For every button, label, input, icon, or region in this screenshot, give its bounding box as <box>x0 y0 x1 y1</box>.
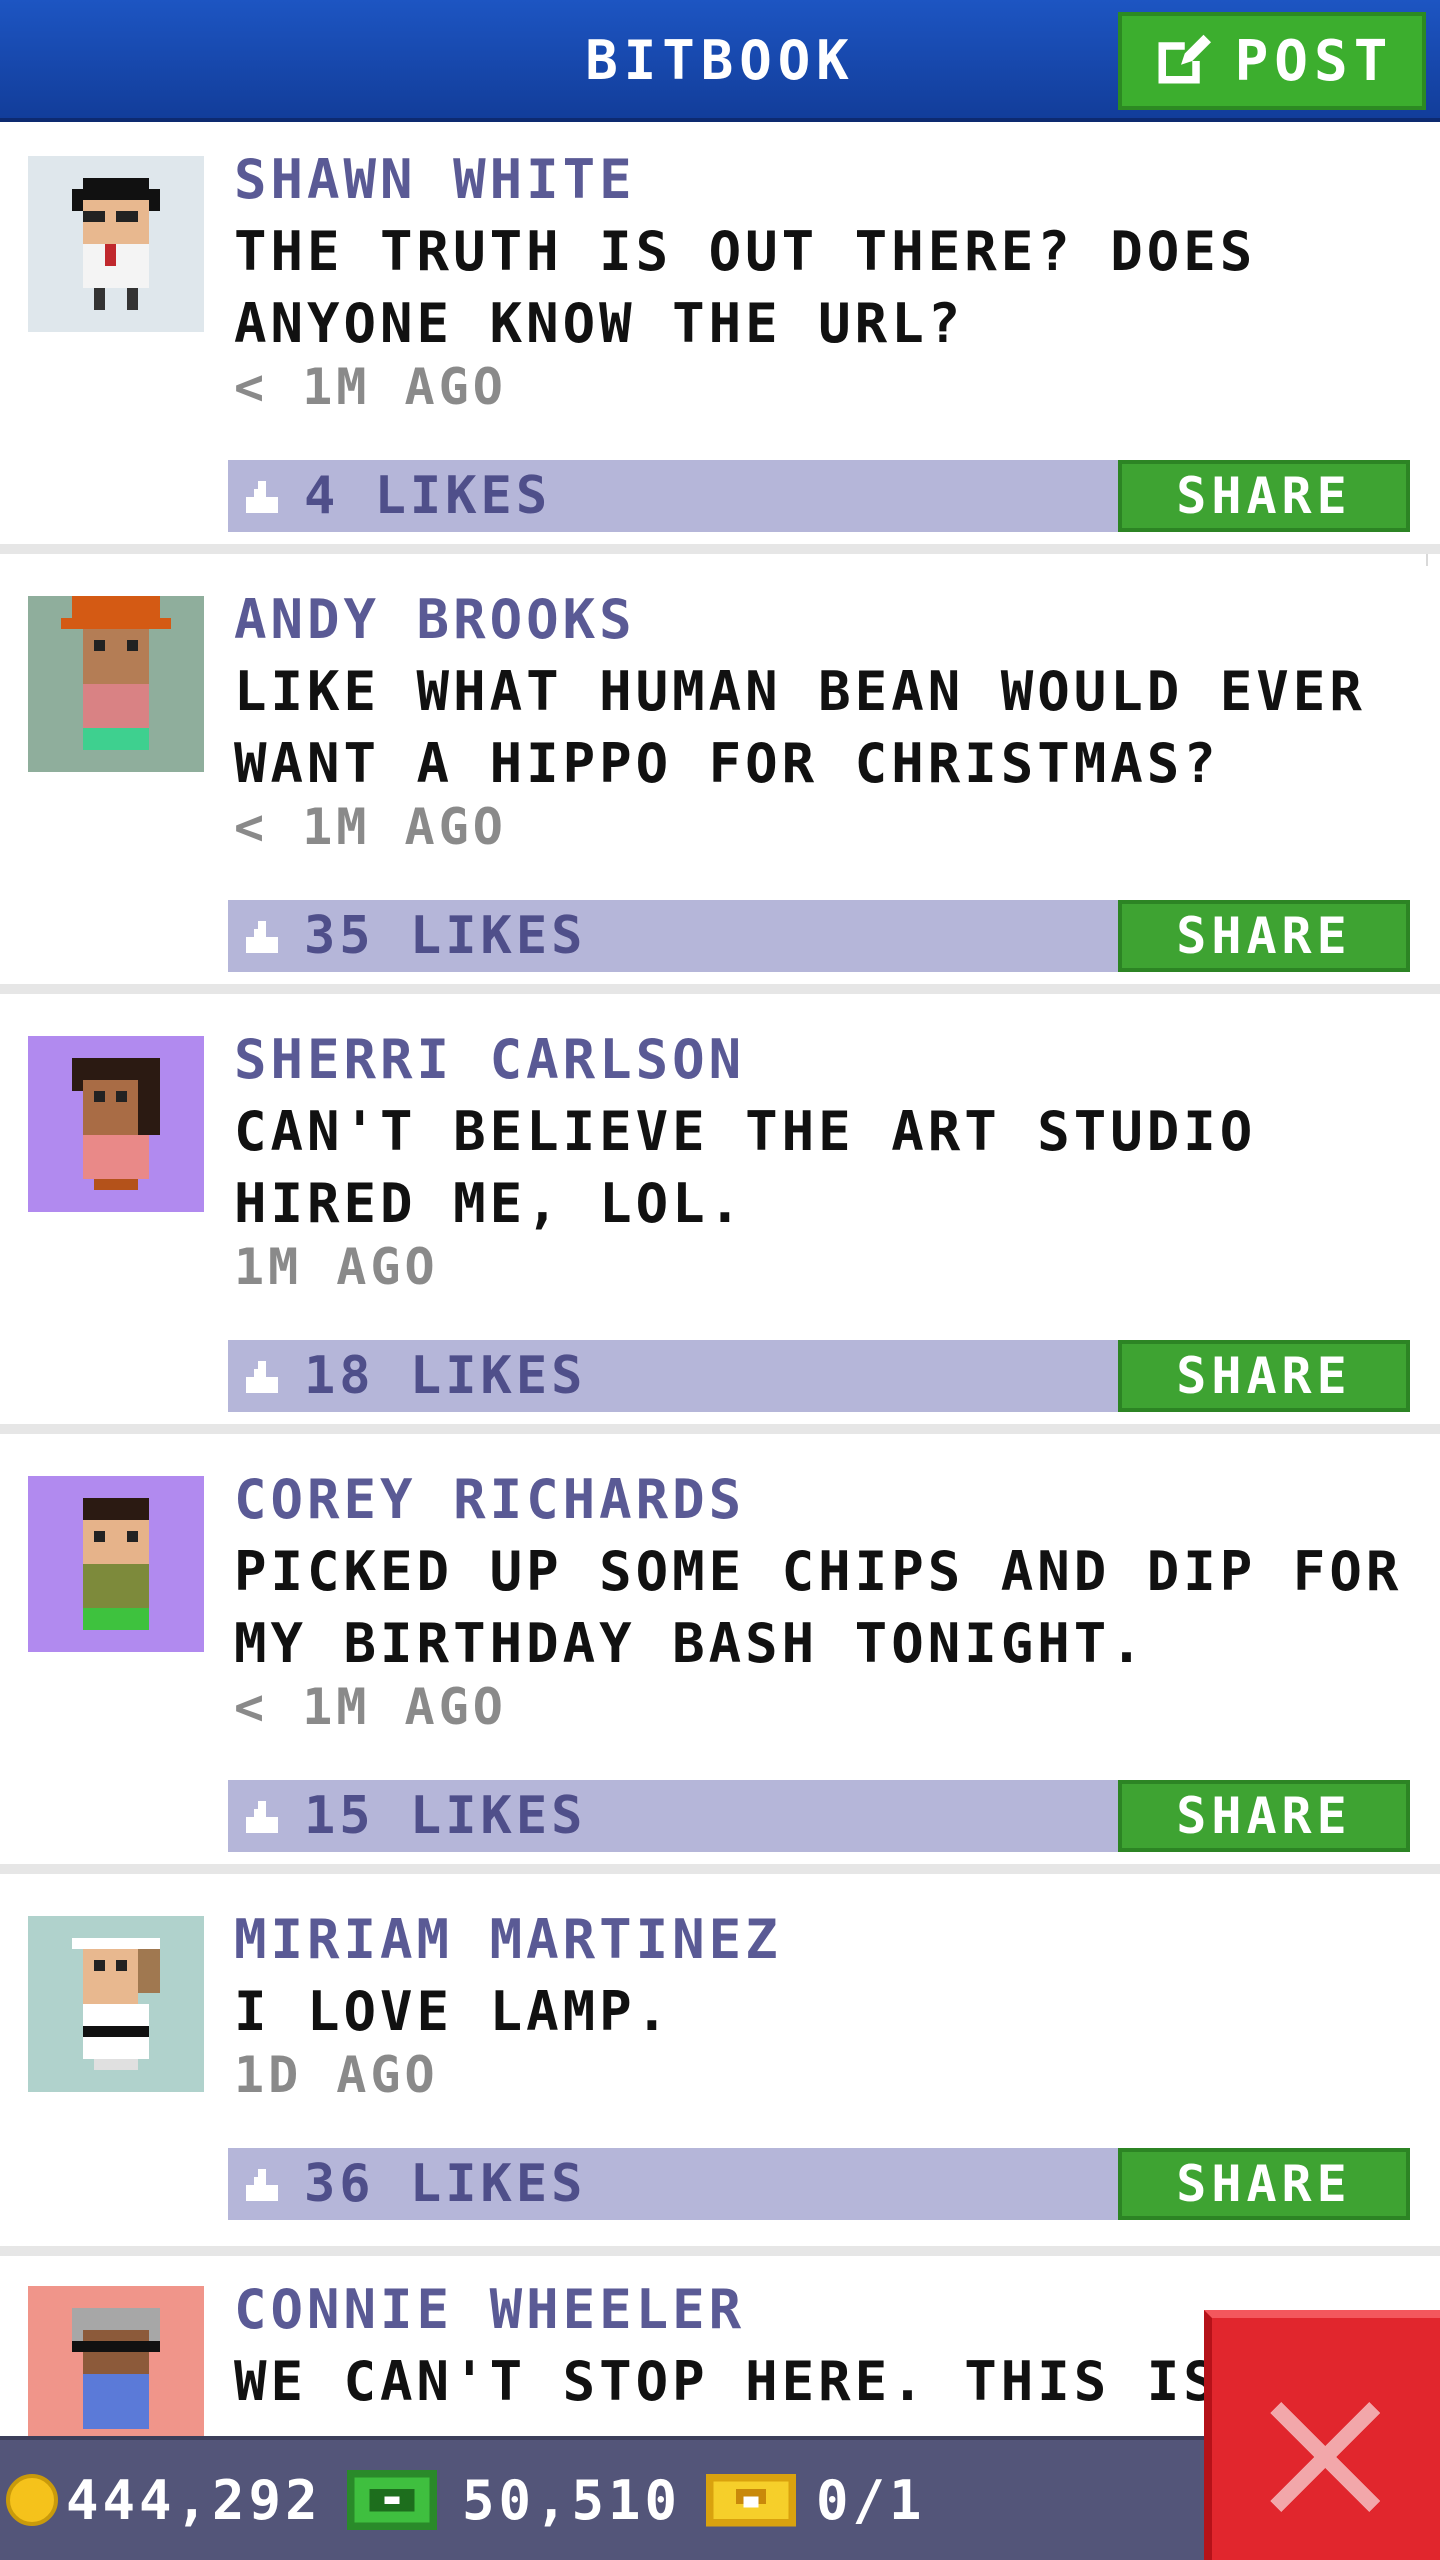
ticket-icon <box>706 2473 796 2527</box>
post-author[interactable]: MIRIAM MARTINEZ <box>234 1908 782 1971</box>
like-count[interactable]: 18 LIKES <box>304 1340 586 1412</box>
like-icon <box>246 921 278 953</box>
post-divider <box>0 1864 1440 1874</box>
avatar[interactable] <box>28 2286 204 2436</box>
avatar[interactable] <box>28 1476 204 1652</box>
tickets-value: 0/1 <box>816 2468 926 2532</box>
share-button[interactable]: SHARE <box>1118 900 1410 972</box>
feed-post: SHERRI CARLSON CAN'T BELIEVE THE ART STU… <box>0 1006 1440 1434</box>
like-bar: 18 LIKES SHARE <box>228 1340 1410 1412</box>
share-button[interactable]: SHARE <box>1118 2148 1410 2220</box>
coins-value: 444,292 <box>66 2468 322 2532</box>
post-message: CAN'T BELIEVE THE ART STUDIO HIRED ME, L… <box>234 1100 1257 1235</box>
feed-post: ANDY BROOKS LIKE WHAT HUMAN BEAN WOULD E… <box>0 566 1440 994</box>
coins-stat: 444,292 <box>6 2440 322 2560</box>
post-time: < 1M AGO <box>234 358 507 416</box>
feed-post: COREY RICHARDS PICKED UP SOME CHIPS AND … <box>0 1446 1440 1874</box>
post-message: LIKE WHAT HUMAN BEAN WOULD EVER WANT A H… <box>234 660 1366 795</box>
post-divider <box>0 984 1440 994</box>
close-button[interactable] <box>1204 2310 1440 2560</box>
post-divider <box>0 1424 1440 1434</box>
like-bar: 36 LIKES SHARE <box>228 2148 1410 2220</box>
bux-icon <box>347 2470 437 2530</box>
post-message: THE TRUTH IS OUT THERE? DOES ANYONE KNOW… <box>234 220 1257 355</box>
post-author[interactable]: SHERRI CARLSON <box>234 1028 745 1091</box>
feed-post: MIRIAM MARTINEZ I LOVE LAMP. 1D AGO 36 L… <box>0 1886 1440 2256</box>
like-count[interactable]: 15 LIKES <box>304 1780 586 1852</box>
like-count[interactable]: 35 LIKES <box>304 900 586 972</box>
post-button-label: POST <box>1234 28 1394 94</box>
like-count[interactable]: 36 LIKES <box>304 2148 586 2220</box>
avatar[interactable] <box>28 156 204 332</box>
like-icon <box>246 1801 278 1833</box>
share-button[interactable]: SHARE <box>1118 1340 1410 1412</box>
like-icon <box>246 481 278 513</box>
share-button[interactable]: SHARE <box>1118 460 1410 532</box>
like-icon <box>246 2169 278 2201</box>
post-author[interactable]: COREY RICHARDS <box>234 1468 745 1531</box>
post-time: 1M AGO <box>234 1238 439 1296</box>
post-time: 1D AGO <box>234 2046 439 2104</box>
post-author[interactable]: CONNIE WHEELER <box>234 2278 745 2341</box>
post-divider <box>0 2246 1440 2256</box>
post-edit-icon <box>1158 34 1211 84</box>
bux-value: 50,510 <box>462 2468 682 2532</box>
post-time: < 1M AGO <box>234 1678 507 1736</box>
post-message: I LOVE LAMP. <box>234 1980 673 2043</box>
like-count[interactable]: 4 LIKES <box>304 460 551 532</box>
avatar[interactable] <box>28 1036 204 1212</box>
coin-icon <box>6 2474 58 2526</box>
avatar[interactable] <box>28 1916 204 2092</box>
post-author[interactable]: ANDY BROOKS <box>234 588 636 651</box>
post-button[interactable]: POST <box>1118 12 1426 110</box>
tickets-stat: 0/1 <box>706 2440 926 2560</box>
share-button[interactable]: SHARE <box>1118 1780 1410 1852</box>
post-time: < 1M AGO <box>234 798 507 856</box>
post-author[interactable]: SHAWN WHITE <box>234 148 636 211</box>
like-bar: 15 LIKES SHARE <box>228 1780 1410 1852</box>
like-bar: 35 LIKES SHARE <box>228 900 1410 972</box>
like-bar: 4 LIKES SHARE <box>228 460 1410 532</box>
feed-post: SHAWN WHITE THE TRUTH IS OUT THERE? DOES… <box>0 126 1440 554</box>
like-icon <box>246 1361 278 1393</box>
top-bar: BITBOOK POST <box>0 0 1440 122</box>
bux-stat: 50,510 <box>346 2440 681 2560</box>
post-divider <box>0 544 1440 554</box>
close-icon <box>1270 2402 1380 2512</box>
avatar[interactable] <box>28 596 204 772</box>
post-message: PICKED UP SOME CHIPS AND DIP FOR MY BIRT… <box>234 1540 1403 1675</box>
